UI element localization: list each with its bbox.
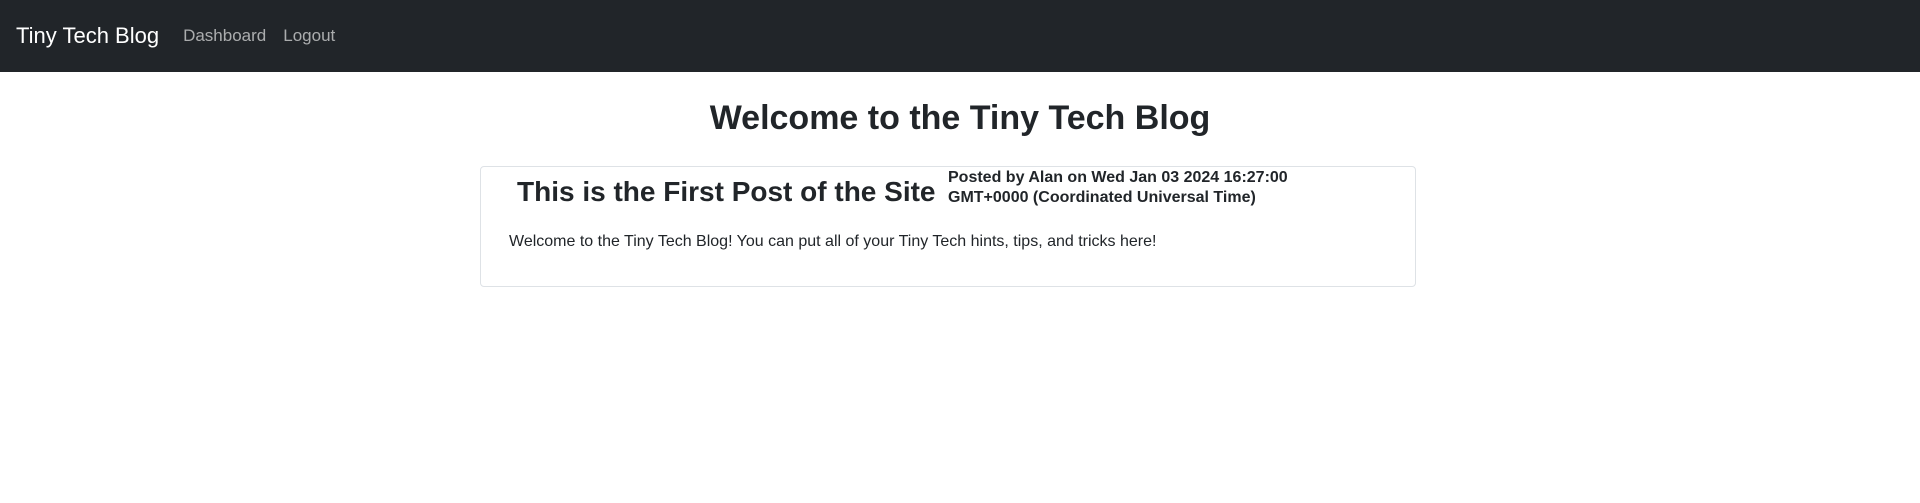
top-navbar: Tiny Tech Blog Dashboard Logout [0,0,1920,72]
brand-link[interactable]: Tiny Tech Blog [16,23,159,49]
page-title: Welcome to the Tiny Tech Blog [709,99,1211,137]
nav-link-dashboard[interactable]: Dashboard [183,26,266,46]
post-body: Welcome to the Tiny Tech Blog! You can p… [509,233,1157,250]
post-card: This is the First Post of the Site Poste… [480,166,1416,287]
nav-links: Dashboard Logout [183,26,352,46]
nav-link-logout[interactable]: Logout [283,26,335,46]
post-header: This is the First Post of the Site Poste… [481,167,1415,217]
post-meta: Posted by Alan on Wed Jan 03 2024 16:27:… [948,169,1288,206]
post-title[interactable]: This is the First Post of the Site [517,173,936,211]
